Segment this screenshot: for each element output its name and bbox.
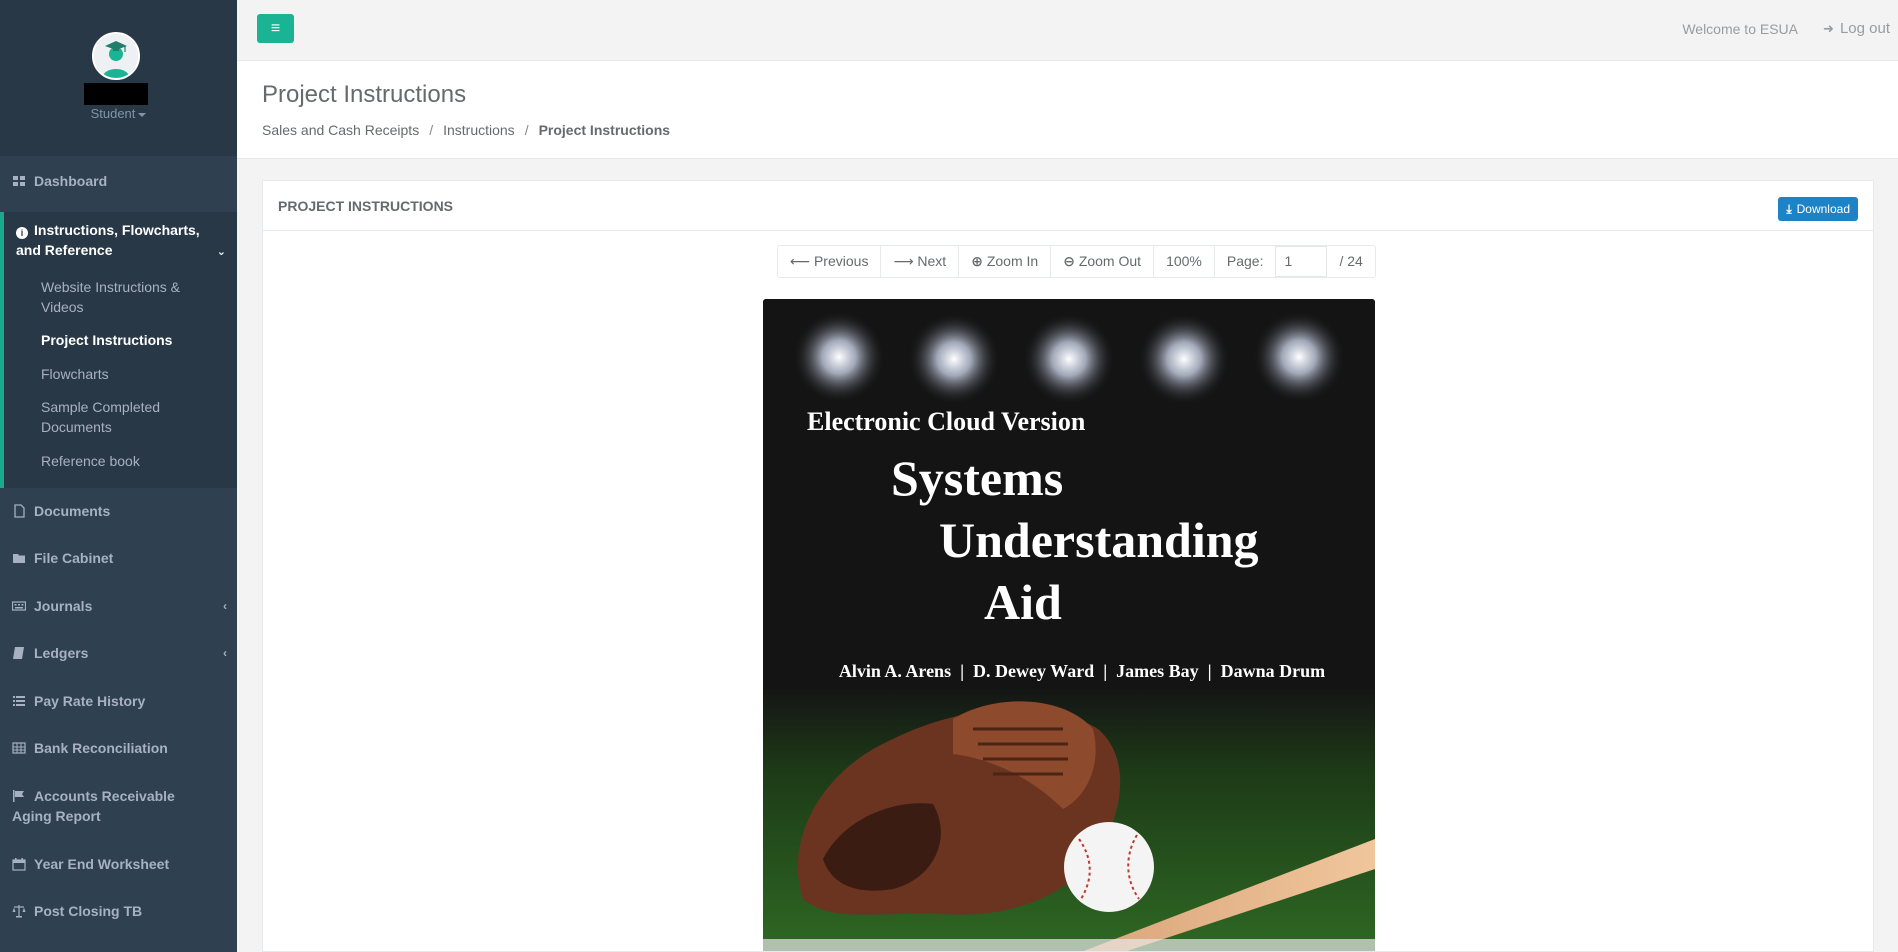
sidebar-item-label: Accounts Receivable Aging Report — [12, 788, 175, 824]
hamburger-icon: ≡ — [270, 20, 281, 37]
sidebar-item-post-closing-tb[interactable]: Post Closing TB — [0, 898, 237, 924]
avatar[interactable] — [92, 32, 140, 80]
zoom-out-label: Zoom Out — [1078, 253, 1142, 269]
profile-header: Student — [0, 0, 237, 156]
sidebar-item-label: Documents — [34, 503, 111, 519]
cover-title-line: Aid — [984, 574, 1062, 630]
menu-toggle-button[interactable]: ≡ — [257, 14, 294, 43]
panel-title: PROJECT INSTRUCTIONS — [278, 198, 454, 214]
folder-icon — [13, 554, 25, 563]
sidebar-item-label: Pay Rate History — [34, 693, 146, 709]
welcome-message: Welcome to ESUA — [1682, 21, 1798, 37]
arrow-left-icon: ⟵ — [790, 253, 814, 269]
page-number-input[interactable] — [1275, 246, 1328, 277]
sidebar-subitem-website-instructions[interactable]: Website Instructions & Videos — [41, 277, 216, 317]
breadcrumb-item-active: Project Instructions — [538, 122, 671, 138]
logout-link[interactable]: ➜ Log out — [1823, 20, 1890, 37]
breadcrumb-item[interactable]: Instructions — [443, 122, 515, 138]
table-icon — [12, 742, 26, 754]
sidebar-item-label: Year End Worksheet — [34, 856, 170, 872]
sidebar-group-instructions: i Instructions, Flowcharts, and Reference… — [0, 212, 237, 488]
download-icon: ⤓ — [1786, 202, 1792, 216]
chevron-left-icon: ‹ — [223, 646, 227, 660]
calendar-icon — [12, 858, 26, 871]
sidebar-item-year-end-worksheet[interactable]: Year End Worksheet — [0, 851, 237, 877]
sidebar-item-label-wrap: Accounts Receivable Aging Report — [12, 786, 212, 826]
sidebar-subitem-flowcharts[interactable]: Flowcharts — [41, 364, 216, 384]
sidebar-item-label: Post Closing TB — [34, 903, 143, 919]
cover-version-text: Electronic Cloud Version — [807, 407, 1086, 436]
list-icon — [13, 696, 25, 706]
next-label: Next — [917, 253, 947, 269]
cover-artwork — [763, 299, 1375, 951]
sidebar-item-journals[interactable]: Journals ‹ — [0, 593, 237, 619]
zoom-in-icon: ⊕ — [971, 253, 987, 269]
sign-out-icon: ➜ — [1823, 21, 1834, 36]
sidebar-item-documents[interactable]: Documents — [0, 498, 237, 524]
next-page-button[interactable]: ⟶ Next — [881, 246, 960, 277]
previous-page-button[interactable]: ⟵ Previous — [778, 246, 882, 277]
zoom-in-label: Zoom In — [986, 253, 1039, 269]
sidebar-item-pay-rate-history[interactable]: Pay Rate History — [0, 688, 237, 714]
pdf-page-cover: Electronic Cloud Version Systems Underst… — [763, 299, 1375, 951]
sidebar-item-label: Ledgers — [34, 645, 89, 661]
info-icon: i — [16, 227, 28, 239]
zoom-out-icon: ⊖ — [1063, 253, 1079, 269]
breadcrumb-item[interactable]: Sales and Cash Receipts — [262, 122, 419, 138]
cover-authors: Alvin A. Arens | D. Dewey Ward | James B… — [838, 661, 1326, 681]
sidebar: Student Dashboard i Instructions, Flowcha… — [0, 0, 237, 952]
zoom-out-button[interactable]: ⊖ Zoom Out — [1051, 246, 1155, 277]
logout-label: Log out — [1839, 20, 1890, 37]
breadcrumb-separator: / — [429, 122, 434, 138]
sidebar-item-file-cabinet[interactable]: File Cabinet — [0, 545, 237, 571]
sidebar-item-label: Dashboard — [34, 173, 108, 189]
page-total: / 24 — [1339, 253, 1363, 269]
sidebar-item-ledgers[interactable]: Ledgers ‹ — [0, 640, 237, 666]
sidebar-subitem-sample-documents[interactable]: Sample Completed Documents — [41, 397, 216, 437]
sidebar-item-bank-reconciliation[interactable]: Bank Reconciliation — [0, 735, 237, 761]
sidebar-subitem-project-instructions[interactable]: Project Instructions — [41, 330, 216, 350]
caret-down-icon — [138, 112, 147, 117]
flag-icon — [13, 790, 24, 802]
chevron-left-icon: ‹ — [223, 599, 227, 613]
page-title: Project Instructions — [262, 81, 467, 108]
previous-label: Previous — [813, 253, 869, 269]
sidebar-item-label: Journals — [34, 598, 93, 614]
page-heading: Project Instructions Sales and Cash Rece… — [237, 61, 1898, 159]
chevron-down-icon: ⌄ — [216, 246, 226, 258]
arrow-right-icon: ⟶ — [893, 253, 918, 269]
pdf-toolbar: ⟵ Previous ⟶ Next ⊕ Zoom In ⊖ Zoom Out 1… — [777, 245, 1376, 278]
sidebar-item-dashboard[interactable]: Dashboard — [0, 168, 237, 194]
balance-scale-icon — [12, 905, 26, 918]
cover-title-line: Understanding — [939, 512, 1259, 568]
sidebar-subitem-reference-book[interactable]: Reference book — [41, 451, 216, 471]
breadcrumb: Sales and Cash Receipts / Instructions / Pro… — [262, 122, 670, 138]
redacted-username — [84, 83, 148, 105]
panel-header: PROJECT INSTRUCTIONS ⤓ Download — [263, 181, 1873, 231]
role-dropdown[interactable]: Student — [0, 106, 237, 121]
top-navbar: ≡ Welcome to ESUA ➜ Log out — [237, 0, 1898, 61]
sidebar-item-ar-aging-report[interactable]: Accounts Receivable Aging Report — [0, 786, 237, 826]
download-label: Download — [1796, 202, 1850, 216]
breadcrumb-separator: / — [524, 122, 529, 138]
keyboard-icon — [12, 601, 26, 611]
content-panel: PROJECT INSTRUCTIONS ⤓ Download ⟵ Previou… — [262, 180, 1874, 952]
sidebar-item-label: File Cabinet — [34, 550, 114, 566]
role-label: Student — [90, 106, 136, 121]
dashboard-icon — [13, 176, 25, 186]
page-label: Page: — [1226, 253, 1264, 269]
cover-title-line: Systems — [891, 450, 1064, 506]
file-icon — [14, 504, 25, 518]
sidebar-item-label: Instructions, Flowcharts, and Reference — [16, 222, 200, 258]
zoom-in-button[interactable]: ⊕ Zoom In — [959, 246, 1052, 277]
book-icon — [13, 647, 24, 659]
zoom-level: 100% — [1154, 246, 1215, 277]
sidebar-item-label: Bank Reconciliation — [34, 740, 168, 756]
download-button[interactable]: ⤓ Download — [1778, 197, 1858, 221]
baseball-image — [1064, 822, 1154, 912]
sidebar-item-instructions[interactable]: i Instructions, Flowcharts, and Reference… — [16, 220, 226, 260]
